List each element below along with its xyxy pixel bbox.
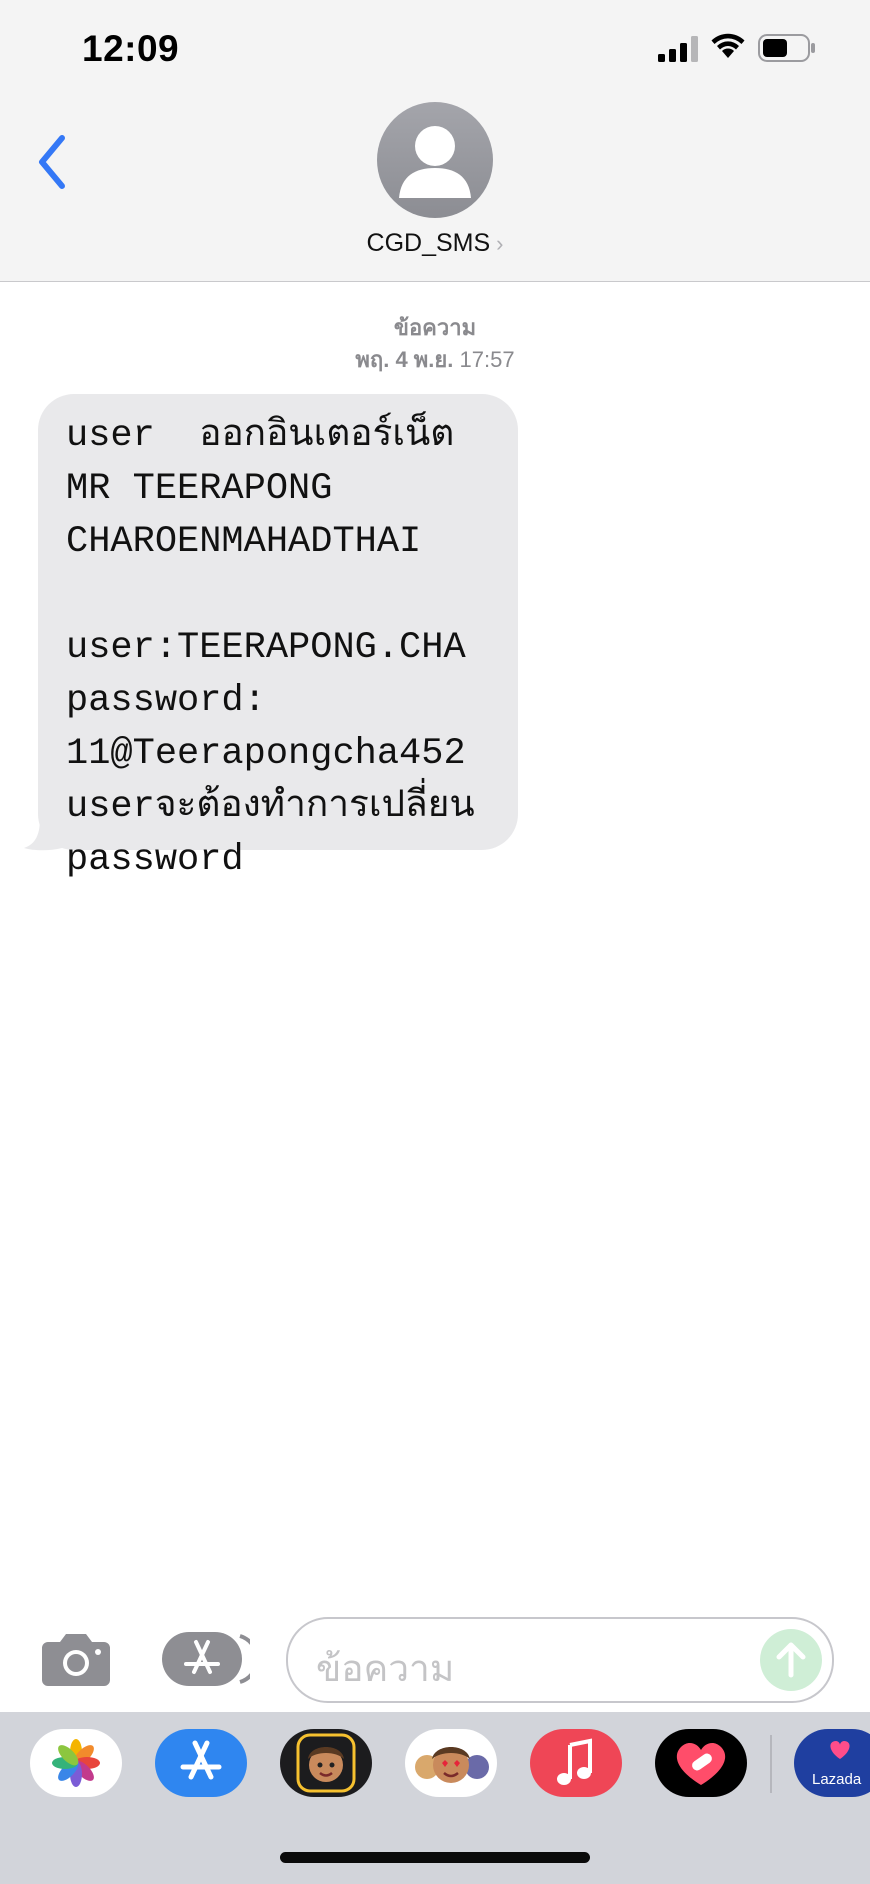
timestamp-day: พฤ. 4 พ.ย. bbox=[355, 347, 454, 372]
back-chevron-icon[interactable] bbox=[34, 132, 74, 192]
message-input[interactable]: ข้อความ bbox=[286, 1617, 834, 1703]
app-app-store[interactable] bbox=[155, 1729, 247, 1797]
app-store-button-icon[interactable] bbox=[160, 1630, 250, 1688]
person-silhouette-icon bbox=[399, 126, 471, 198]
status-time: 12:09 bbox=[82, 28, 180, 69]
conversation-header: 12:09 CGD_SMS › bbox=[0, 0, 870, 282]
message-timestamp: ข้อความ พฤ. 4 พ.ย. 17:57 bbox=[0, 312, 870, 376]
app-music[interactable] bbox=[530, 1729, 622, 1797]
app-store-icon bbox=[180, 1740, 222, 1780]
drawer-divider bbox=[770, 1735, 772, 1793]
wifi-icon bbox=[711, 33, 745, 58]
app-memoji-stickers[interactable] bbox=[405, 1729, 497, 1797]
memoji-stickers-icon bbox=[415, 1747, 489, 1783]
arrow-up-icon bbox=[776, 1642, 806, 1678]
message-input-placeholder: ข้อความ bbox=[316, 1648, 455, 1689]
timestamp-label: ข้อความ bbox=[393, 315, 477, 340]
battery-icon bbox=[758, 34, 815, 62]
timestamp-time: 17:57 bbox=[459, 347, 515, 372]
bubble-tail bbox=[24, 818, 62, 851]
contact-name: CGD_SMS bbox=[366, 229, 491, 257]
heart-app-icon bbox=[676, 1743, 726, 1785]
app-memoji-camera[interactable] bbox=[280, 1729, 372, 1797]
app-lazada[interactable]: Lazada bbox=[794, 1729, 870, 1797]
app-photos[interactable] bbox=[30, 1729, 122, 1797]
send-button[interactable] bbox=[760, 1629, 822, 1691]
contact-name-button[interactable]: CGD_SMS › bbox=[0, 229, 870, 258]
message-text: user ออกอินเตอร์เน็ต MR TEERAPONG CHAROE… bbox=[66, 415, 475, 881]
contact-avatar[interactable] bbox=[377, 102, 493, 218]
chevron-right-icon: › bbox=[496, 231, 504, 256]
music-icon bbox=[557, 1738, 592, 1785]
cellular-signal-icon bbox=[658, 36, 698, 62]
photos-icon bbox=[52, 1739, 100, 1787]
app-heart[interactable] bbox=[655, 1729, 747, 1797]
camera-icon[interactable] bbox=[40, 1630, 112, 1688]
memoji-camera-icon bbox=[296, 1733, 356, 1793]
home-indicator[interactable] bbox=[280, 1852, 590, 1863]
lazada-label: Lazada bbox=[812, 1771, 862, 1788]
